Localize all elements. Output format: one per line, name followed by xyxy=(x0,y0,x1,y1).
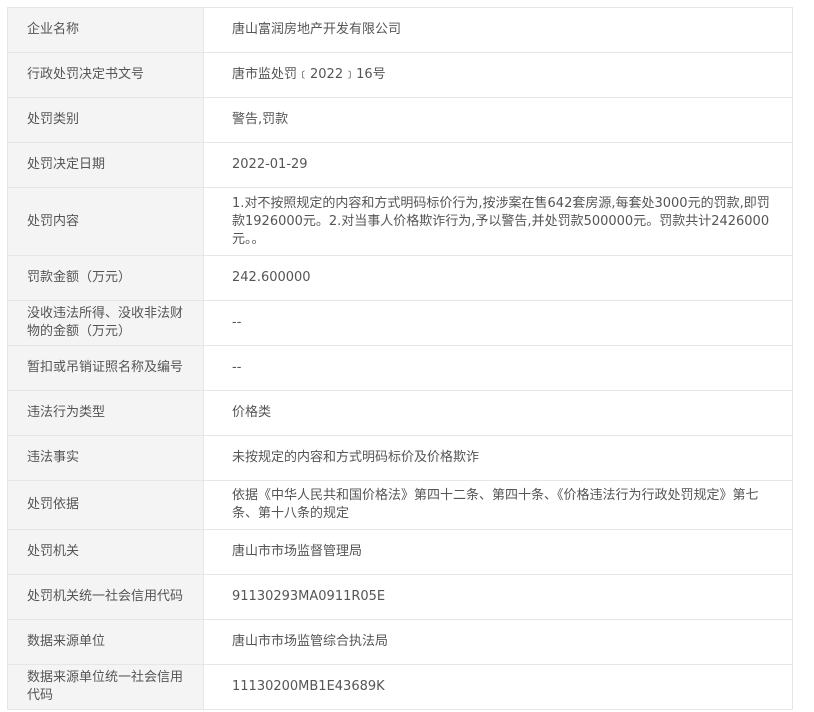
table-row: 罚款金额（万元） 242.600000 xyxy=(7,255,793,301)
row-value: 价格类 xyxy=(203,390,793,436)
row-label: 处罚依据 xyxy=(7,480,204,530)
table-row: 数据来源单位统一社会信用代码 11130200MB1E43689K xyxy=(7,664,793,710)
row-value: 唐市监处罚﹝2022﹞16号 xyxy=(203,52,793,98)
row-value: 唐山富润房地产开发有限公司 xyxy=(203,7,793,53)
table-row: 处罚决定日期 2022-01-29 xyxy=(7,142,793,188)
table-row: 没收违法所得、没收非法财物的金额（万元） -- xyxy=(7,300,793,346)
table-row: 行政处罚决定书文号 唐市监处罚﹝2022﹞16号 xyxy=(7,52,793,98)
table-row: 处罚机关统一社会信用代码 91130293MA0911R05E xyxy=(7,574,793,620)
row-value: -- xyxy=(203,345,793,391)
table-row: 数据来源单位 唐山市市场监管综合执法局 xyxy=(7,619,793,665)
row-label: 违法行为类型 xyxy=(7,390,204,436)
row-value: 1.对不按照规定的内容和方式明码标价行为,按涉案在售642套房源,每套处3000… xyxy=(203,187,793,256)
row-value: 242.600000 xyxy=(203,255,793,301)
table-row: 违法行为类型 价格类 xyxy=(7,390,793,436)
row-label: 数据来源单位 xyxy=(7,619,204,665)
table-row: 违法事实 未按规定的内容和方式明码标价及价格欺诈 xyxy=(7,435,793,481)
row-label: 处罚机关 xyxy=(7,529,204,575)
table-row: 处罚类别 警告,罚款 xyxy=(7,97,793,143)
row-label: 企业名称 xyxy=(7,7,204,53)
row-value: 依据《中华人民共和国价格法》第四十二条、第四十条、《价格违法行为行政处罚规定》第… xyxy=(203,480,793,530)
row-label: 处罚机关统一社会信用代码 xyxy=(7,574,204,620)
row-label: 没收违法所得、没收非法财物的金额（万元） xyxy=(7,300,204,346)
row-label: 处罚类别 xyxy=(7,97,204,143)
row-label: 处罚内容 xyxy=(7,187,204,256)
row-value: 唐山市市场监督管理局 xyxy=(203,529,793,575)
row-value: 未按规定的内容和方式明码标价及价格欺诈 xyxy=(203,435,793,481)
table-row: 处罚依据 依据《中华人民共和国价格法》第四十二条、第四十条、《价格违法行为行政处罚… xyxy=(7,480,793,530)
row-value: 91130293MA0911R05E xyxy=(203,574,793,620)
row-value: -- xyxy=(203,300,793,346)
row-label: 违法事实 xyxy=(7,435,204,481)
row-label: 罚款金额（万元） xyxy=(7,255,204,301)
row-label: 数据来源单位统一社会信用代码 xyxy=(7,664,204,710)
table-row: 处罚内容 1.对不按照规定的内容和方式明码标价行为,按涉案在售642套房源,每套处… xyxy=(7,187,793,256)
table-row: 暂扣或吊销证照名称及编号 -- xyxy=(7,345,793,391)
row-label: 暂扣或吊销证照名称及编号 xyxy=(7,345,204,391)
table-row: 处罚机关 唐山市市场监督管理局 xyxy=(7,529,793,575)
penalty-detail-table: 企业名称 唐山富润房地产开发有限公司 行政处罚决定书文号 唐市监处罚﹝2022﹞16… xyxy=(7,7,793,710)
table-row: 企业名称 唐山富润房地产开发有限公司 xyxy=(7,7,793,53)
row-value: 唐山市市场监管综合执法局 xyxy=(203,619,793,665)
row-value: 11130200MB1E43689K xyxy=(203,664,793,710)
row-label: 行政处罚决定书文号 xyxy=(7,52,204,98)
row-label: 处罚决定日期 xyxy=(7,142,204,188)
row-value: 2022-01-29 xyxy=(203,142,793,188)
row-value: 警告,罚款 xyxy=(203,97,793,143)
